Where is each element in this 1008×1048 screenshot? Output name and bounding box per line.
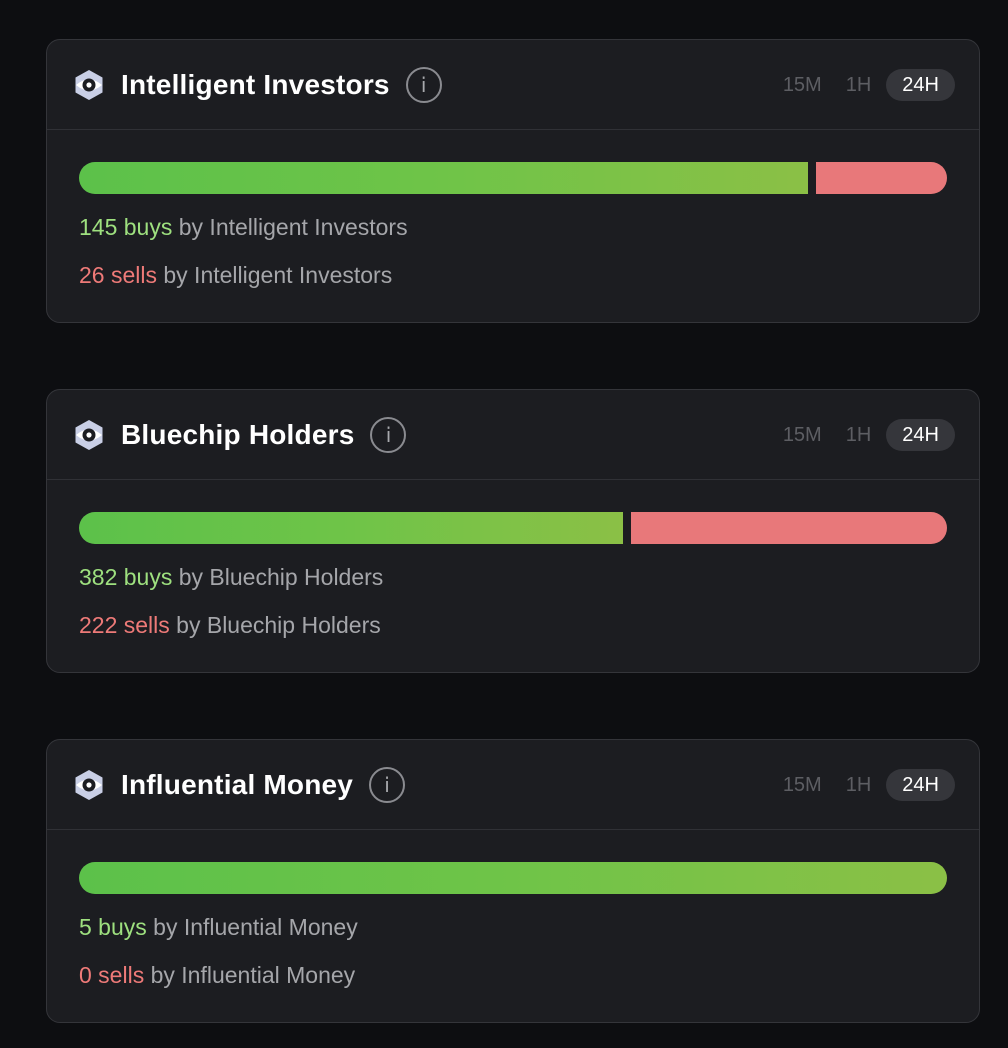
card-body: 145 buys by Intelligent Investors 26 sel… [47,130,979,289]
sell-count: 222 sells [79,612,170,638]
tab-1h[interactable]: 1H [837,769,881,801]
card-body: 382 buys by Bluechip Holders 222 sells b… [47,480,979,639]
card-title: Influential Money [121,768,354,800]
info-icon[interactable]: i [405,66,442,103]
buy-label: by Influential Money [146,914,358,940]
buys-bar-segment [79,862,947,894]
sell-label: by Bluechip Holders [169,612,381,638]
sells-bar-segment [631,512,947,544]
card-influential-money: Influential Money i 15M 1H 24H 5 buys by… [46,739,980,1023]
time-range-tabs: 15M 1H 24H [774,68,955,101]
sell-count: 26 sells [79,262,157,288]
buy-sell-ratio-bar [79,512,947,544]
buy-sell-ratio-bar [79,862,947,894]
buys-bar-segment [79,162,808,194]
eye-icon [75,69,103,100]
info-icon[interactable]: i [370,416,407,453]
tab-15m[interactable]: 15M [774,69,831,101]
buy-count: 382 buys [79,564,173,590]
tab-1h[interactable]: 1H [837,69,881,101]
time-range-tabs: 15M 1H 24H [774,418,955,451]
tab-24h[interactable]: 24H [886,68,955,101]
card-header: Influential Money i 15M 1H 24H [47,740,979,830]
card-title: Bluechip Holders [121,418,355,450]
time-range-tabs: 15M 1H 24H [774,768,955,801]
info-icon[interactable]: i [369,766,406,803]
sells-stat: 222 sells by Bluechip Holders [79,611,947,639]
buy-sell-ratio-bar [79,162,947,194]
sells-stat: 0 sells by Influential Money [79,961,947,989]
buy-label: by Bluechip Holders [172,564,384,590]
tab-1h[interactable]: 1H [837,419,881,451]
buy-label: by Intelligent Investors [172,214,408,240]
tab-15m[interactable]: 15M [774,769,831,801]
tab-24h[interactable]: 24H [886,768,955,801]
eye-icon [75,419,103,450]
card-bluechip-holders: Bluechip Holders i 15M 1H 24H 382 buys b… [46,389,980,673]
sell-label: by Influential Money [144,962,356,988]
buy-count: 5 buys [79,914,147,940]
sell-label: by Intelligent Investors [156,262,393,288]
card-header: Intelligent Investors i 15M 1H 24H [47,40,979,130]
buys-stat: 145 buys by Intelligent Investors [79,213,947,241]
sell-count: 0 sells [79,962,145,988]
eye-icon [75,769,103,800]
smart-money-panel: Intelligent Investors i 15M 1H 24H 145 b… [0,0,1008,1048]
tab-24h[interactable]: 24H [886,418,955,451]
buy-count: 145 buys [79,214,173,240]
buys-stat: 382 buys by Bluechip Holders [79,563,947,591]
card-title: Intelligent Investors [121,68,390,100]
card-intelligent-investors: Intelligent Investors i 15M 1H 24H 145 b… [46,39,980,323]
card-header: Bluechip Holders i 15M 1H 24H [47,390,979,480]
buys-stat: 5 buys by Influential Money [79,913,947,941]
sells-stat: 26 sells by Intelligent Investors [79,261,947,289]
sells-bar-segment [816,162,947,194]
buys-bar-segment [79,512,623,544]
tab-15m[interactable]: 15M [774,419,831,451]
card-body: 5 buys by Influential Money 0 sells by I… [47,830,979,989]
